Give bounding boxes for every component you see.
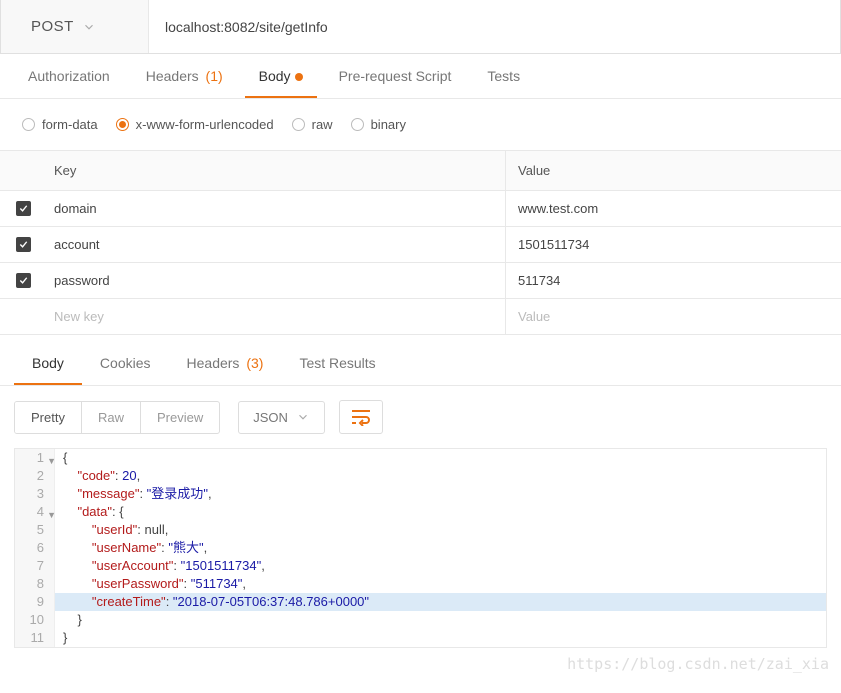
method-selector[interactable]: POST: [1, 0, 149, 53]
view-mode-group: PrettyRawPreview: [14, 401, 220, 434]
request-tab-headers[interactable]: Headers (1): [132, 54, 237, 98]
view-bar: PrettyRawPreview JSON: [0, 386, 841, 448]
param-value[interactable]: 511734: [506, 263, 841, 298]
response-tab-test-results[interactable]: Test Results: [281, 341, 393, 385]
chevron-down-icon: [82, 20, 96, 34]
view-pretty-button[interactable]: Pretty: [15, 402, 81, 433]
table-row: password511734: [0, 263, 841, 299]
checkbox[interactable]: [16, 237, 31, 252]
chevron-down-icon: [296, 410, 310, 424]
response-tab-body[interactable]: Body: [14, 341, 82, 385]
param-value[interactable]: 1501511734: [506, 227, 841, 262]
response-tab-cookies[interactable]: Cookies: [82, 341, 169, 385]
response-body[interactable]: 1▼{ 2 "code": 20, 3 "message": "登录成功", 4…: [14, 448, 827, 648]
param-header: Key Value: [0, 151, 841, 191]
checkbox[interactable]: [16, 201, 31, 216]
body-type-radios: form-data x-www-form-urlencoded raw binary: [0, 99, 841, 150]
watermark: https://blog.csdn.net/zai_xia: [567, 655, 829, 673]
param-key-placeholder[interactable]: New key: [46, 299, 506, 334]
response-tabs: BodyCookiesHeaders (3)Test Results: [0, 341, 841, 386]
format-label: JSON: [253, 410, 288, 425]
wrap-icon: [350, 408, 372, 426]
request-tab-tests[interactable]: Tests: [473, 54, 534, 98]
radio-binary[interactable]: binary: [351, 117, 406, 132]
checkbox[interactable]: [16, 273, 31, 288]
request-tab-authorization[interactable]: Authorization: [14, 54, 124, 98]
format-selector[interactable]: JSON: [238, 401, 325, 434]
table-row: domainwww.test.com: [0, 191, 841, 227]
wrap-toggle-button[interactable]: [339, 400, 383, 434]
param-header-value: Value: [506, 151, 841, 190]
request-tab-body[interactable]: Body: [245, 54, 317, 98]
param-header-key: Key: [46, 151, 506, 190]
table-row: account1501511734: [0, 227, 841, 263]
response-tab-headers[interactable]: Headers (3): [169, 341, 282, 385]
param-value-placeholder[interactable]: Value: [506, 299, 841, 334]
request-tabs: AuthorizationHeaders (1)BodyPre-request …: [0, 54, 841, 99]
param-row-new[interactable]: New key Value: [0, 299, 841, 335]
view-preview-button[interactable]: Preview: [140, 402, 219, 433]
param-key[interactable]: account: [46, 227, 506, 262]
param-key[interactable]: password: [46, 263, 506, 298]
param-value[interactable]: www.test.com: [506, 191, 841, 226]
param-table: Key Value domainwww.test.comaccount15015…: [0, 150, 841, 335]
url-input[interactable]: [149, 0, 840, 53]
param-key[interactable]: domain: [46, 191, 506, 226]
method-label: POST: [31, 18, 74, 35]
radio-x-www-form-urlencoded[interactable]: x-www-form-urlencoded: [116, 117, 274, 132]
radio-raw[interactable]: raw: [292, 117, 333, 132]
radio-form-data[interactable]: form-data: [22, 117, 98, 132]
view-raw-button[interactable]: Raw: [81, 402, 140, 433]
request-tab-pre-request-script[interactable]: Pre-request Script: [325, 54, 466, 98]
